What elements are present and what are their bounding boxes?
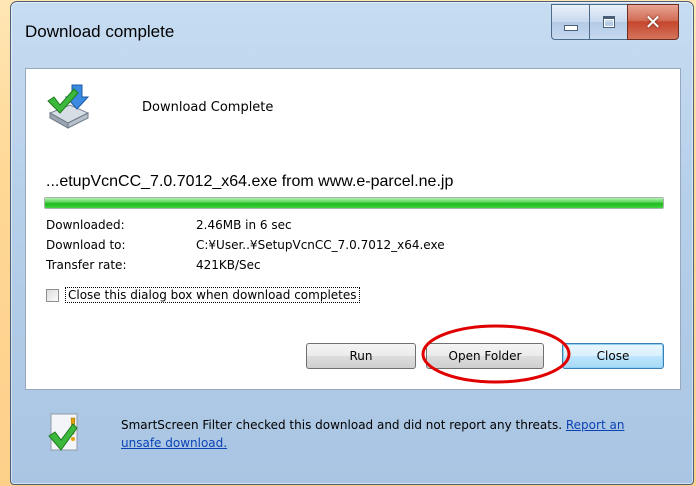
header-title: Download Complete	[142, 99, 274, 115]
minimize-icon	[563, 25, 578, 31]
detail-label: Downloaded:	[46, 218, 125, 232]
smartscreen-text: SmartScreen Filter checked this download…	[121, 418, 563, 432]
smartscreen-message: SmartScreen Filter checked this download…	[121, 416, 641, 452]
dialog-content: Download Complete ...etupVcnCC_7.0.7012_…	[25, 68, 681, 390]
close-icon: ✕	[644, 10, 662, 34]
smartscreen-shield-icon	[48, 413, 78, 451]
open-folder-button[interactable]: Open Folder	[426, 343, 544, 369]
detail-label: Download to:	[46, 238, 126, 252]
download-progress-bar	[44, 197, 664, 209]
detail-value: C:¥User..¥SetupVcnCC_7.0.7012_x64.exe	[196, 238, 445, 252]
maximize-button[interactable]	[589, 4, 627, 40]
detail-downloaded: Downloaded: 2.46MB in 6 sec	[46, 215, 445, 235]
smartscreen-footer: SmartScreen Filter checked this download…	[25, 390, 681, 474]
maximize-icon	[602, 16, 615, 28]
minimize-button[interactable]	[551, 4, 589, 40]
close-window-button[interactable]: ✕	[627, 4, 679, 40]
download-details: Downloaded: 2.46MB in 6 sec Download to:…	[46, 215, 445, 275]
detail-download-to: Download to: C:¥User..¥SetupVcnCC_7.0.70…	[46, 235, 445, 255]
download-complete-icon	[47, 84, 90, 129]
file-name-source: ...etupVcnCC_7.0.7012_x64.exe from www.e…	[46, 173, 454, 190]
download-complete-dialog: Download complete ✕ Download Complete ..…	[10, 1, 694, 485]
window-title: Download complete	[25, 22, 175, 41]
run-button[interactable]: Run	[306, 343, 416, 369]
title-bar[interactable]: Download complete ✕	[11, 2, 693, 68]
detail-value: 2.46MB in 6 sec	[196, 218, 292, 232]
close-on-complete-checkbox[interactable]	[46, 288, 59, 302]
close-on-complete-label[interactable]: Close this dialog box when download comp…	[65, 287, 360, 303]
close-on-complete-option[interactable]: Close this dialog box when download comp…	[46, 287, 360, 303]
caption-buttons: ✕	[551, 4, 679, 40]
close-button[interactable]: Close	[562, 343, 664, 369]
progress-fill	[45, 198, 663, 208]
header-row: Download Complete	[44, 83, 273, 131]
detail-transfer-rate: Transfer rate: 421KB/Sec	[46, 255, 445, 275]
detail-value: 421KB/Sec	[196, 258, 261, 272]
detail-label: Transfer rate:	[46, 258, 127, 272]
